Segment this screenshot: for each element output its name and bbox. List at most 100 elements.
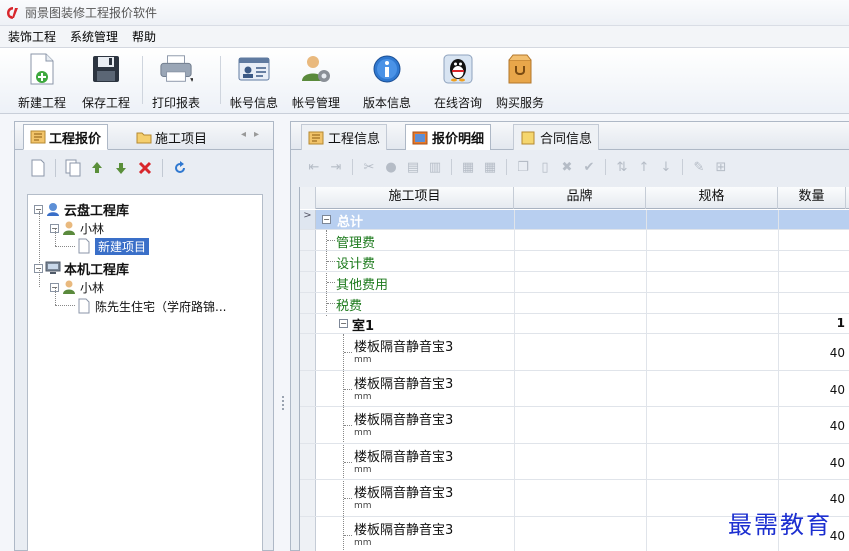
table-row[interactable]: 楼板隔音静音宝3 mm 40 [300, 371, 849, 407]
row-indicator-header [300, 187, 316, 209]
quote-grid: 施工项目 品牌 规格 数量 > − 总计 管理费 设计费 其他费用 税费 − 室… [299, 187, 849, 551]
item-unit: mm [354, 392, 372, 402]
tree-node-cloud-lib[interactable]: − 云盘工程库 [34, 200, 130, 219]
account-info-button[interactable]: 帐号信息 [230, 52, 278, 111]
tree-node-local-user[interactable]: − 小林 [50, 278, 104, 296]
online-consult-button[interactable]: 在线咨询 [434, 52, 482, 111]
tree-line [39, 211, 40, 265]
copy-icon[interactable]: ❐ [514, 158, 532, 176]
new-project-button[interactable]: 新建工程 [18, 52, 66, 111]
toolbar-separator [605, 159, 606, 175]
table-a-icon[interactable]: ▦ [459, 158, 477, 176]
move-down-icon[interactable]: ↓ [657, 158, 675, 176]
tree-node-local-project[interactable]: 陈先生住宅（学府路锦... [76, 297, 226, 315]
tree-node-cloud-project[interactable]: 新建项目 [76, 237, 150, 255]
table-row[interactable]: 设计费 [300, 251, 849, 272]
cloud-lib-label: 云盘工程库 [64, 203, 130, 219]
item-qty: 40 [829, 346, 845, 360]
column-header-qty[interactable]: 数量 [778, 187, 846, 209]
doc-b-icon[interactable]: ▥ [426, 158, 444, 176]
menu-decoration[interactable]: 装饰工程 [8, 28, 56, 45]
item-unit: mm [354, 465, 372, 475]
indent-icon[interactable]: ⇤ [305, 158, 323, 176]
new-project-label: 新建工程 [18, 96, 67, 110]
version-info-label: 版本信息 [363, 96, 412, 110]
menu-system[interactable]: 系统管理 [70, 28, 118, 45]
delete-icon[interactable]: ✖ [558, 158, 576, 176]
grid-toolbar: ⇤ ⇥ ✂ ● ▤ ▥ ▦ ▦ ❐ ▯ ✖ ✔ ⇅ ↑ ↓ ✎ ⊞ [291, 150, 849, 184]
main-toolbar: 新建工程 保存工程 ▾ 打印报表 帐号信息 帐号管理 版本信息 在线咨询 购买服… [0, 48, 849, 114]
column-header-item[interactable]: 施工项目 [316, 187, 514, 209]
buy-service-button[interactable]: 购买服务 [496, 52, 544, 111]
menu-help[interactable]: 帮助 [132, 28, 156, 45]
user-icon [63, 221, 75, 235]
tab-construction-items[interactable]: 施工项目 [130, 124, 213, 150]
window-title: 丽景图装修工程报价软件 [25, 6, 158, 20]
user-icon [63, 280, 75, 294]
tree-node-local-lib[interactable]: − 本机工程库 [34, 259, 129, 278]
tree-upload-icon[interactable] [86, 157, 108, 179]
tree-node-cloud-user[interactable]: − 小林 [50, 219, 104, 237]
collapse-icon[interactable]: − [339, 319, 348, 328]
sort-icon[interactable]: ⇅ [613, 158, 631, 176]
table-row[interactable]: 管理费 [300, 230, 849, 251]
toolbar-separator [142, 56, 143, 104]
doc-a-icon[interactable]: ▤ [404, 158, 422, 176]
item-name: 楼板隔音静音宝3 [354, 377, 454, 392]
tree-line [39, 270, 40, 287]
tab-project-info-label: 工程信息 [328, 132, 381, 147]
table-row[interactable]: 税费 [300, 293, 849, 314]
tab-project-info[interactable]: 工程信息 [301, 124, 388, 150]
item-unit: mm [354, 538, 372, 548]
table-row[interactable]: 楼板隔音静音宝3 mm 40 [300, 444, 849, 480]
table-row[interactable]: 楼板隔音静音宝3 mm 40 [300, 407, 849, 444]
version-info-button[interactable]: 版本信息 [363, 52, 411, 111]
item-qty: 40 [829, 456, 845, 470]
item-name: 楼板隔音静音宝3 [354, 450, 454, 465]
account-manage-button[interactable]: 帐号管理 [292, 52, 340, 111]
table-row-total[interactable]: > − 总计 [300, 210, 849, 230]
table-b-icon[interactable]: ▦ [481, 158, 499, 176]
tab-scroll-arrows[interactable]: ◂▸ [241, 129, 267, 140]
tree-copy-icon[interactable] [62, 157, 84, 179]
print-report-button[interactable]: ▾ 打印报表 [152, 52, 200, 111]
tree-line [55, 246, 75, 247]
item-unit: mm [354, 428, 372, 438]
check-icon[interactable]: ✔ [580, 158, 598, 176]
tab-quote-detail-label: 报价明细 [432, 132, 485, 147]
circle-icon[interactable]: ● [382, 158, 400, 176]
item-unit: mm [354, 355, 372, 365]
account-manage-label: 帐号管理 [292, 96, 341, 110]
table-row-room[interactable]: − 室1 1 [300, 314, 849, 334]
new-document-icon [30, 53, 54, 85]
tree-download-icon[interactable] [110, 157, 132, 179]
expand-icon[interactable]: ⊞ [712, 158, 730, 176]
room-qty: 1 [836, 316, 845, 330]
tree-refresh-icon[interactable] [169, 157, 191, 179]
tree-new-icon[interactable] [27, 157, 49, 179]
item-qty: 40 [829, 529, 845, 543]
table-row[interactable]: 其他费用 [300, 272, 849, 293]
column-header-brand[interactable]: 品牌 [514, 187, 646, 209]
fee-name: 设计费 [336, 257, 376, 272]
tab-contract-info[interactable]: 合同信息 [513, 124, 600, 150]
tab-quote-detail[interactable]: 报价明细 [405, 124, 492, 150]
outdent-icon[interactable]: ⇥ [327, 158, 345, 176]
column-header-spec[interactable]: 规格 [646, 187, 778, 209]
collapse-icon[interactable]: − [322, 215, 331, 224]
cut-icon[interactable]: ✂ [360, 158, 378, 176]
save-project-button[interactable]: 保存工程 [82, 52, 130, 111]
contract-icon [521, 131, 535, 144]
panel-splitter[interactable] [280, 121, 286, 551]
project-tree: − 云盘工程库 − 小林 新建项目 − 本机工程库 − 小林 陈先生住宅（学府路… [27, 194, 263, 551]
table-row[interactable]: 楼板隔音静音宝3 mm 40 [300, 334, 849, 371]
item-qty: 40 [829, 383, 845, 397]
move-up-icon[interactable]: ↑ [635, 158, 653, 176]
brush-icon[interactable]: ✎ [690, 158, 708, 176]
tab-construction-items-label: 施工项目 [155, 131, 208, 147]
item-name: 楼板隔音静音宝3 [354, 413, 454, 428]
quote-detail-icon [412, 131, 428, 144]
tree-delete-icon[interactable] [134, 157, 156, 179]
paste-icon[interactable]: ▯ [536, 158, 554, 176]
tab-project-quote[interactable]: 工程报价 [23, 124, 109, 150]
